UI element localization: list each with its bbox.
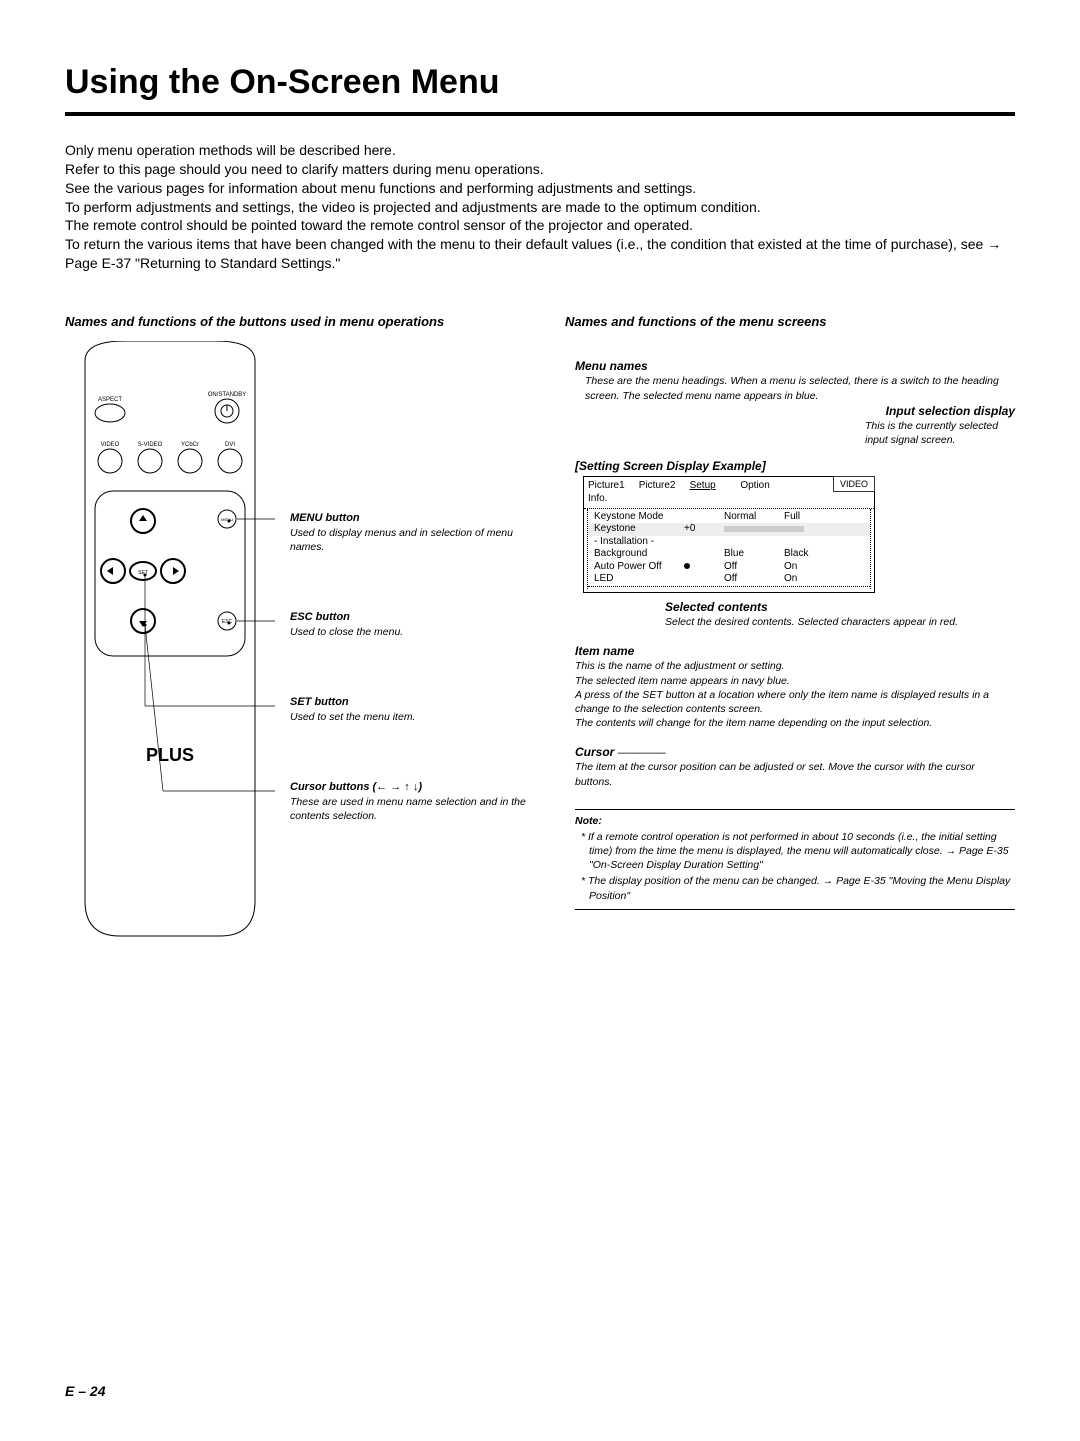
input-selection-desc: This is the currently selected input sig…: [865, 419, 1015, 447]
tab-option: Option: [740, 479, 788, 493]
item-name-desc: This is the name of the adjustment or se…: [575, 659, 1015, 730]
menu-names-desc: These are the menu headings. When a menu…: [575, 374, 1015, 402]
cursor-buttons-title: Cursor buttons (← → ↑ ↓): [290, 780, 545, 795]
svg-text:MENU: MENU: [221, 517, 233, 522]
svg-text:YCbCr: YCbCr: [181, 442, 199, 448]
cursor-title: Cursor ————: [575, 744, 1015, 760]
svg-text:SET: SET: [138, 570, 148, 576]
intro-line: See the various pages for information ab…: [65, 179, 1015, 198]
svg-text:DVI: DVI: [225, 442, 235, 448]
menu-row: Keystone ModeNormalFull: [588, 511, 870, 524]
svg-text:PLUS: PLUS: [146, 745, 194, 765]
set-button-desc: Used to set the menu item.: [290, 710, 545, 724]
note-item: * The display position of the menu can b…: [589, 874, 1015, 902]
menu-screenshot: VIDEO Picture1 Picture2 Setup Option Inf…: [583, 476, 875, 593]
menu-row: LEDOffOn: [588, 573, 870, 587]
bullet-icon: [684, 563, 690, 569]
tab-info: Info.: [588, 492, 636, 506]
set-button-title: SET button: [290, 695, 545, 710]
page-title: Using the On-Screen Menu: [65, 60, 1015, 116]
left-heading: Names and functions of the buttons used …: [65, 313, 545, 331]
intro-line: To perform adjustments and settings, the…: [65, 198, 1015, 217]
cursor-desc: The item at the cursor position can be a…: [575, 760, 1015, 788]
tab-setup: Setup: [690, 479, 738, 493]
input-badge: VIDEO: [833, 476, 875, 492]
menu-row: BackgroundBlueBlack: [588, 548, 870, 561]
selected-contents-title: Selected contents: [665, 599, 1015, 615]
menu-button-title: MENU button: [290, 511, 545, 526]
item-name-title: Item name: [575, 643, 1015, 659]
left-column: Names and functions of the buttons used …: [65, 313, 545, 941]
intro-line: The remote control should be pointed tow…: [65, 216, 1015, 235]
note-item: * If a remote control operation is not p…: [589, 830, 1015, 873]
remote-illustration: ON/STANDBY ASPECT VIDEO S-VIDEO YCbCr DV…: [65, 341, 275, 941]
note-block: Note: * If a remote control operation is…: [575, 809, 1015, 910]
intro-line: Only menu operation methods will be desc…: [65, 141, 1015, 160]
cursor-buttons-desc: These are used in menu name selection an…: [290, 795, 545, 823]
intro-line: Refer to this page should you need to cl…: [65, 160, 1015, 179]
keystone-slider: [724, 526, 804, 532]
intro-block: Only menu operation methods will be desc…: [65, 141, 1015, 273]
intro-line: To return the various items that have be…: [65, 235, 1015, 273]
menu-tabs: Picture1 Picture2 Setup Option Info.: [584, 477, 874, 509]
svg-text:ESC: ESC: [222, 619, 233, 625]
svg-text:ON/STANDBY: ON/STANDBY: [208, 392, 247, 398]
menu-row: - Installation -: [588, 536, 870, 549]
esc-button-desc: Used to close the menu.: [290, 625, 545, 639]
menu-row-selected: Keystone+0: [588, 523, 870, 536]
svg-text:S-VIDEO: S-VIDEO: [138, 442, 163, 448]
svg-text:ASPECT: ASPECT: [98, 397, 122, 403]
tab-picture2: Picture2: [639, 479, 687, 493]
tab-picture1: Picture1: [588, 479, 636, 493]
svg-text:VIDEO: VIDEO: [101, 442, 120, 448]
setting-example-label: [Setting Screen Display Example]: [575, 458, 1015, 474]
menu-row: Auto Power OffOffOn: [588, 561, 870, 574]
note-title: Note:: [575, 814, 1015, 828]
right-heading: Names and functions of the menu screens: [565, 313, 1015, 331]
menu-names-title: Menu names: [575, 358, 1015, 374]
input-selection-title: Input selection display: [575, 403, 1015, 419]
menu-button-desc: Used to display menus and in selection o…: [290, 526, 545, 554]
page-number: E – 24: [65, 1382, 105, 1401]
selected-contents-desc: Select the desired contents. Selected ch…: [665, 615, 1015, 629]
esc-button-title: ESC button: [290, 610, 545, 625]
right-column: Names and functions of the menu screens …: [565, 313, 1015, 941]
remote-labels: MENU button Used to display menus and in…: [290, 341, 545, 941]
